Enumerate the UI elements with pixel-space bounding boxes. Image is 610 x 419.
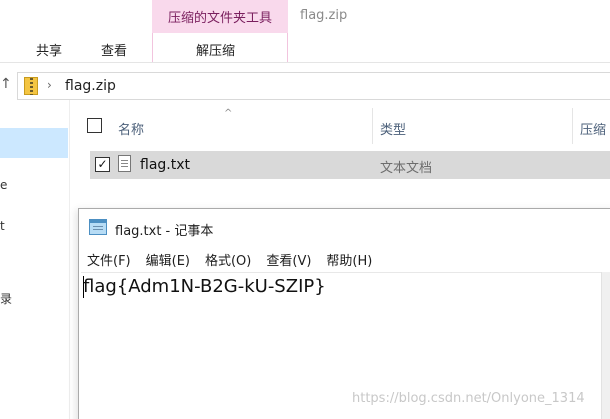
notepad-window: flag.txt - 记事本 文件(F) 编辑(E) 格式(O) 查看(V) 帮… — [78, 208, 610, 419]
explorer-window-title: flag.zip — [300, 8, 348, 23]
menu-file[interactable]: 文件(F) — [87, 250, 131, 269]
column-header-type[interactable]: 类型 — [380, 119, 406, 138]
chevron-right-icon[interactable]: › — [47, 78, 52, 92]
text-caret — [83, 276, 84, 298]
tab-share[interactable]: 共享 — [36, 40, 62, 59]
nav-selected-item[interactable] — [0, 128, 68, 158]
notepad-title: flag.txt - 记事本 — [115, 224, 214, 239]
column-header-name[interactable]: 名称 — [118, 119, 144, 138]
menu-view[interactable]: 查看(V) — [266, 250, 311, 269]
column-header-compressed-size[interactable]: 压缩 — [580, 119, 606, 138]
menu-format[interactable]: 格式(O) — [205, 250, 251, 269]
file-type: 文本文档 — [380, 161, 433, 176]
column-divider[interactable] — [372, 108, 373, 144]
compressed-folder-tools-tab[interactable]: 压缩的文件夹工具 — [152, 0, 288, 33]
file-row-checkbox[interactable]: ✓ — [95, 157, 110, 172]
sort-ascending-icon: ^ — [224, 108, 233, 119]
nav-item-fragment[interactable]: e — [0, 178, 7, 192]
select-all-checkbox[interactable] — [87, 118, 102, 133]
address-path[interactable]: flag.zip — [65, 78, 116, 94]
menu-edit[interactable]: 编辑(E) — [146, 250, 190, 269]
column-divider[interactable] — [572, 108, 573, 144]
notepad-icon — [89, 219, 107, 235]
notepad-content[interactable]: flag{Adm1N-B2G-kU-SZIP} — [83, 276, 326, 297]
menu-help[interactable]: 帮助(H) — [326, 250, 372, 269]
zip-folder-icon — [24, 77, 38, 95]
vertical-scrollbar[interactable] — [601, 272, 610, 419]
tab-view[interactable]: 查看 — [101, 40, 127, 59]
file-name[interactable]: flag.txt — [140, 157, 190, 173]
extract-tab[interactable]: 解压缩 — [196, 40, 235, 59]
up-arrow-icon[interactable]: ↑ — [0, 76, 12, 92]
notepad-menu-bar: 文件(F) 编辑(E) 格式(O) 查看(V) 帮助(H) — [87, 250, 372, 269]
nav-item-fragment[interactable]: 录 — [0, 290, 12, 307]
text-file-icon — [118, 155, 131, 172]
ribbon-divider — [0, 62, 610, 63]
watermark: https://blog.csdn.net/Onlyone_1314 — [352, 391, 585, 406]
nav-item-fragment[interactable]: t — [0, 219, 5, 233]
